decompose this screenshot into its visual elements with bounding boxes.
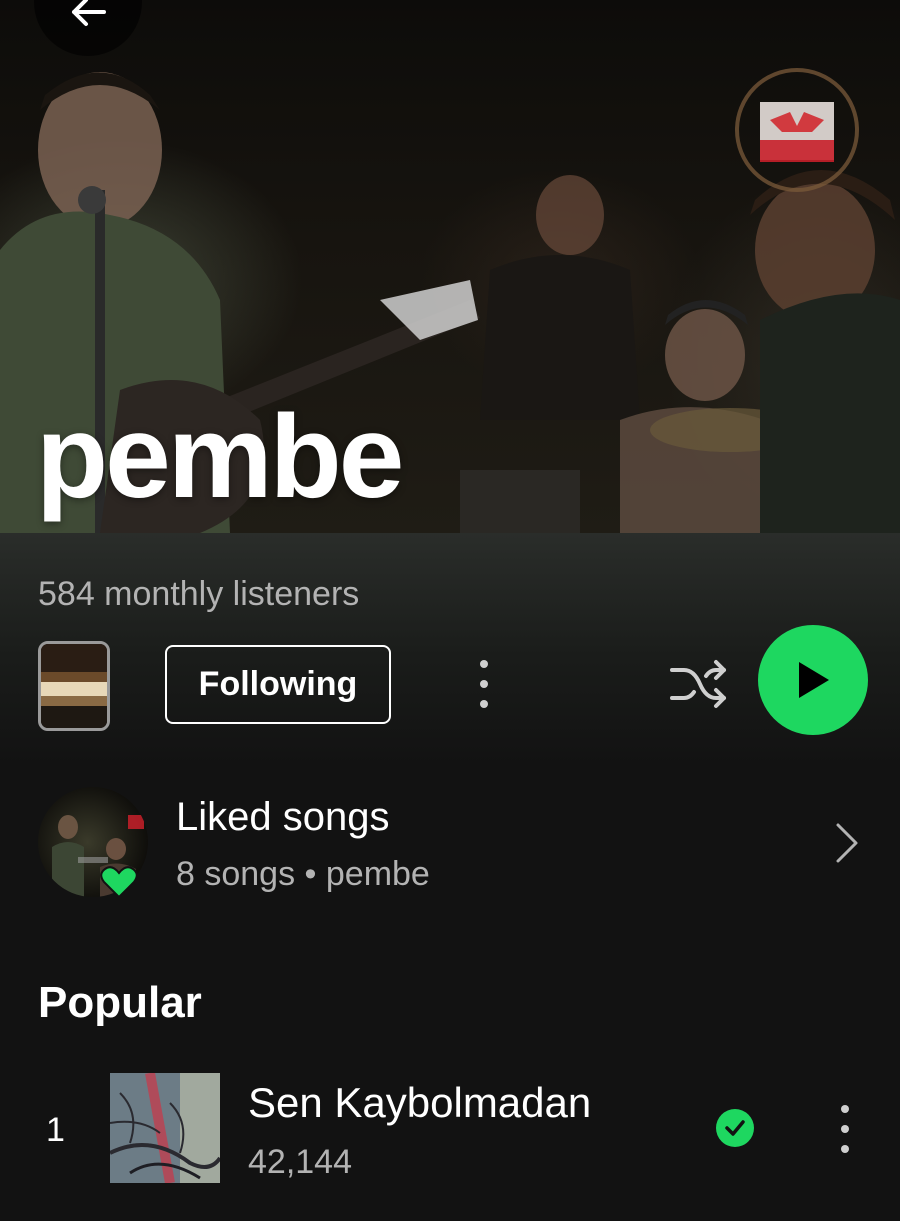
track-row[interactable]: 1 Sen Kaybolmadan 42,144 <box>0 1071 900 1186</box>
track-artwork-image <box>110 1073 220 1183</box>
downloaded-badge <box>716 1109 754 1147</box>
artist-name: pembe <box>36 391 404 523</box>
track-artwork <box>110 1073 220 1183</box>
play-icon <box>799 662 829 698</box>
track-play-count: 42,144 <box>248 1143 352 1181</box>
popular-heading: Popular <box>38 978 202 1027</box>
liked-songs-title: Liked songs <box>176 795 390 839</box>
liked-songs-row[interactable]: Liked songs 8 songs • pembe <box>0 785 900 900</box>
artist-info: 584 monthly listeners Following Liked so… <box>0 533 900 1221</box>
more-vertical-icon-dot <box>480 680 488 688</box>
artist-preview-thumbnail[interactable] <box>38 641 110 731</box>
more-vertical-icon-dot <box>841 1145 849 1153</box>
more-vertical-icon <box>841 1105 849 1113</box>
monthly-listeners: 584 monthly listeners <box>38 575 360 613</box>
play-button[interactable] <box>758 625 868 735</box>
liked-songs-subtitle: 8 songs • pembe <box>176 855 430 893</box>
arrow-left-icon <box>72 0 106 26</box>
more-vertical-icon-dot <box>841 1125 849 1133</box>
track-rank: 1 <box>46 1111 65 1149</box>
more-vertical-icon <box>480 660 488 668</box>
check-circle-icon <box>725 1120 745 1136</box>
heart-icon <box>100 866 138 899</box>
shuffle-icon[interactable] <box>668 656 730 712</box>
chevron-right-icon <box>836 823 858 863</box>
artist-hero: pembe <box>0 0 900 533</box>
more-options-button[interactable] <box>466 654 502 714</box>
track-more-button[interactable] <box>828 1101 862 1157</box>
track-title: Sen Kaybolmadan <box>248 1079 592 1126</box>
more-vertical-icon-dot <box>480 700 488 708</box>
action-bar: Following <box>0 625 900 750</box>
following-button[interactable]: Following <box>165 645 391 724</box>
